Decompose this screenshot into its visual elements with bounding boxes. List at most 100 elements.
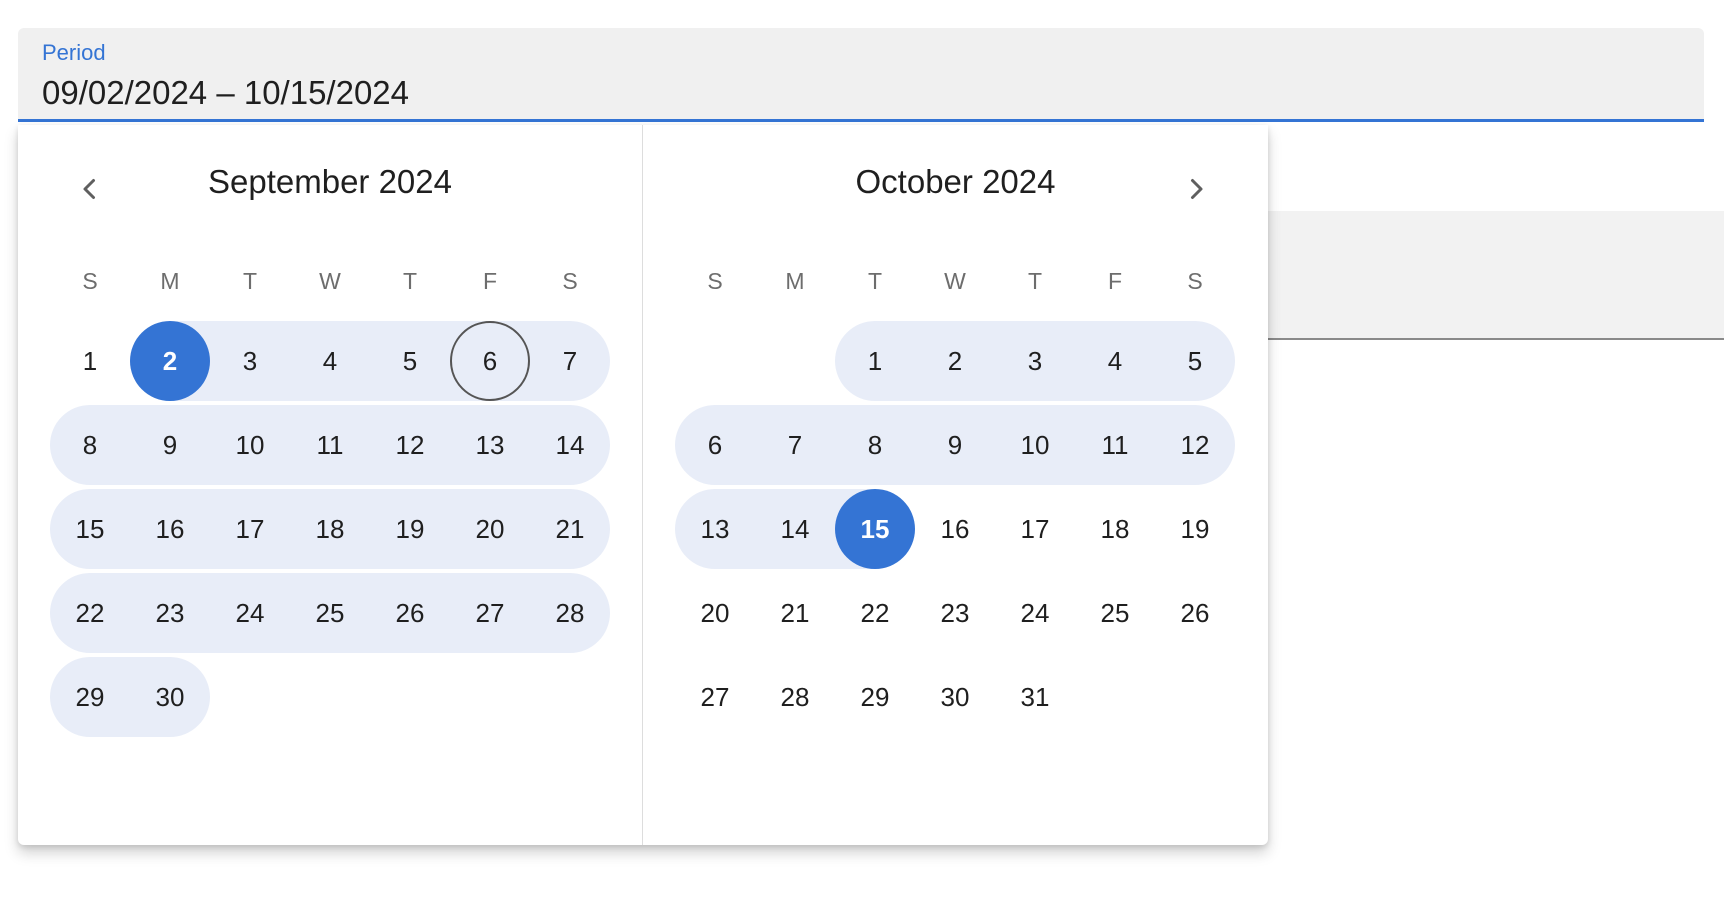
- day-grid: 1 2 3 4 5 6 7 8 9 10 11 12 13 14 15 16 17 18 19 20 21 22 23 24 2…: [675, 319, 1235, 739]
- day-cell: 9: [915, 403, 995, 487]
- day-cell: 26: [370, 571, 450, 655]
- day-button[interactable]: 19: [370, 489, 450, 569]
- weekday-label: S: [82, 268, 98, 294]
- day-button[interactable]: 17: [210, 489, 290, 569]
- day-cell: 22: [50, 571, 130, 655]
- day-button[interactable]: 4: [1075, 321, 1155, 401]
- day-button[interactable]: 7: [755, 405, 835, 485]
- day-grid: 1 2 3 4 5 6 7 8 9 10 11 12 13 14 15 16 17 18 19 20 21 22 23 24 2…: [50, 319, 610, 739]
- day-button[interactable]: 7: [530, 321, 610, 401]
- day-button[interactable]: 1: [835, 321, 915, 401]
- day-button[interactable]: 22: [50, 573, 130, 653]
- day-cell: 4: [290, 319, 370, 403]
- day-cell: 15: [50, 487, 130, 571]
- day-button[interactable]: 14: [530, 405, 610, 485]
- date-range-picker: September 2024 S M T W T F S 1 2 3 4 5 6 7 8 9 10…: [18, 125, 1268, 845]
- day-button[interactable]: 29: [50, 657, 130, 737]
- day-button[interactable]: 11: [290, 405, 370, 485]
- day-button[interactable]: 25: [290, 573, 370, 653]
- day-button[interactable]: 9: [915, 405, 995, 485]
- day-cell: 3: [995, 319, 1075, 403]
- day-cell: 25: [1075, 571, 1155, 655]
- day-button[interactable]: 8: [50, 405, 130, 485]
- month-panel-september: September 2024 S M T W T F S 1 2 3 4 5 6 7 8 9 10…: [18, 125, 643, 845]
- day-button[interactable]: 18: [290, 489, 370, 569]
- day-button[interactable]: 23: [130, 573, 210, 653]
- day-button[interactable]: 27: [675, 657, 755, 737]
- selected-day-button[interactable]: 15: [835, 489, 915, 569]
- weekday-label: T: [402, 268, 418, 294]
- day-button[interactable]: 4: [290, 321, 370, 401]
- day-cell: 24: [995, 571, 1075, 655]
- day-button[interactable]: 25: [1075, 573, 1155, 653]
- background-panel: [1268, 211, 1724, 340]
- day-cell: 10: [210, 403, 290, 487]
- day-button[interactable]: 23: [915, 573, 995, 653]
- day-button[interactable]: 26: [1155, 573, 1235, 653]
- day-cell: 9: [130, 403, 210, 487]
- day-cell: 16: [915, 487, 995, 571]
- day-button[interactable]: 12: [370, 405, 450, 485]
- day-button[interactable]: 18: [1075, 489, 1155, 569]
- day-button[interactable]: 15: [50, 489, 130, 569]
- weekday-label: M: [785, 268, 805, 294]
- selected-day-button[interactable]: 2: [130, 321, 210, 401]
- day-button[interactable]: 28: [755, 657, 835, 737]
- day-button[interactable]: 6: [675, 405, 755, 485]
- day-button[interactable]: 11: [1075, 405, 1155, 485]
- weekday-label: W: [319, 268, 341, 294]
- day-button[interactable]: 24: [995, 573, 1075, 653]
- weekday-label: T: [1027, 268, 1043, 294]
- day-button[interactable]: 20: [675, 573, 755, 653]
- day-button[interactable]: 30: [915, 657, 995, 737]
- day-button[interactable]: 20: [450, 489, 530, 569]
- day-button[interactable]: 17: [995, 489, 1075, 569]
- empty-day-cell: [755, 319, 835, 403]
- day-button[interactable]: 21: [755, 573, 835, 653]
- day-button[interactable]: 19: [1155, 489, 1235, 569]
- day-cell: 21: [530, 487, 610, 571]
- day-button[interactable]: 13: [675, 489, 755, 569]
- day-button[interactable]: 27: [450, 573, 530, 653]
- day-button[interactable]: 5: [1155, 321, 1235, 401]
- day-button[interactable]: 10: [995, 405, 1075, 485]
- day-button[interactable]: 29: [835, 657, 915, 737]
- day-button[interactable]: 16: [130, 489, 210, 569]
- day-cell: 11: [290, 403, 370, 487]
- day-cell: 16: [130, 487, 210, 571]
- day-cell: 6: [675, 403, 755, 487]
- period-value[interactable]: 09/02/2024 – 10/15/2024: [42, 74, 409, 112]
- today-day-button[interactable]: 6: [450, 321, 530, 401]
- weekday-label: S: [562, 268, 578, 294]
- day-cell: 4: [1075, 319, 1155, 403]
- day-button[interactable]: 24: [210, 573, 290, 653]
- day-button[interactable]: 26: [370, 573, 450, 653]
- day-cell: 28: [755, 655, 835, 739]
- day-button[interactable]: 21: [530, 489, 610, 569]
- day-button[interactable]: 2: [915, 321, 995, 401]
- day-cell: 13: [450, 403, 530, 487]
- day-button[interactable]: 22: [835, 573, 915, 653]
- day-button[interactable]: 5: [370, 321, 450, 401]
- day-cell: 18: [290, 487, 370, 571]
- day-cell: 7: [755, 403, 835, 487]
- day-button[interactable]: 8: [835, 405, 915, 485]
- day-button[interactable]: 31: [995, 657, 1075, 737]
- day-button[interactable]: 13: [450, 405, 530, 485]
- month-panel-october: October 2024 S M T W T F S 1 2 3 4 5 6 7 8 9 10 11…: [643, 125, 1268, 845]
- next-month-button[interactable]: [1172, 165, 1220, 213]
- day-button[interactable]: 1: [50, 321, 130, 401]
- day-button[interactable]: 9: [130, 405, 210, 485]
- day-cell: 27: [450, 571, 530, 655]
- day-button[interactable]: 14: [755, 489, 835, 569]
- period-field[interactable]: Period 09/02/2024 – 10/15/2024: [18, 28, 1704, 122]
- day-button[interactable]: 3: [995, 321, 1075, 401]
- day-button[interactable]: 12: [1155, 405, 1235, 485]
- day-button[interactable]: 10: [210, 405, 290, 485]
- day-cell: 17: [210, 487, 290, 571]
- day-button[interactable]: 16: [915, 489, 995, 569]
- day-button[interactable]: 30: [130, 657, 210, 737]
- day-button[interactable]: 3: [210, 321, 290, 401]
- weekday-label: F: [482, 268, 498, 294]
- day-button[interactable]: 28: [530, 573, 610, 653]
